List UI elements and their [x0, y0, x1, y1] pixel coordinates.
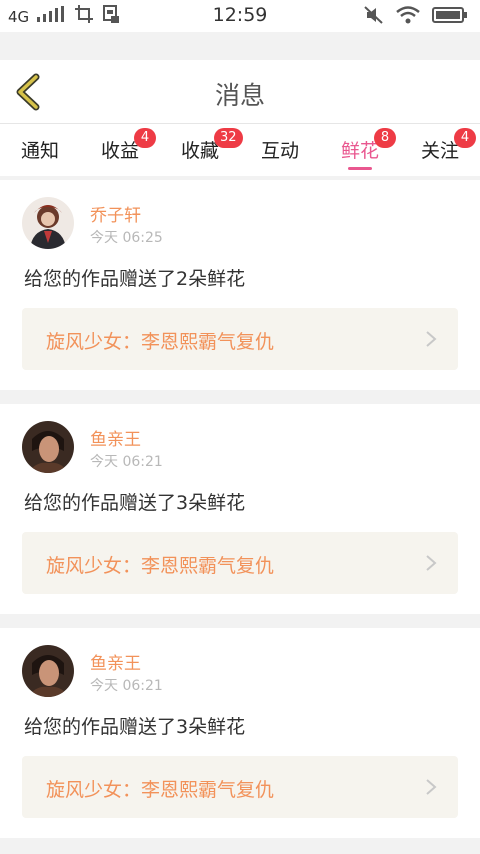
- avatar[interactable]: [22, 421, 74, 473]
- tab-follow[interactable]: 关注 4: [400, 128, 480, 174]
- message-card: 乔子轩 今天 06:25 给您的作品赠送了2朵鲜花 旋风少女：李恩熙霸气复仇: [0, 180, 480, 390]
- status-right: [364, 6, 468, 29]
- timestamp: 今天 06:21: [90, 454, 163, 470]
- tab-interaction[interactable]: 互动: [240, 134, 320, 174]
- tab-bar: 通知 收益 4 收藏 32 互动 鲜花 8 关注 4: [0, 124, 480, 176]
- unread-badge: 4: [454, 128, 476, 148]
- work-title: 旋风少女：李恩熙霸气复仇: [46, 555, 275, 577]
- status-gap: [0, 32, 480, 60]
- tab-label: 互动: [260, 140, 299, 162]
- status-bar: 4G 12:59: [0, 0, 480, 32]
- sender-name[interactable]: 鱼亲王: [90, 425, 141, 450]
- work-link[interactable]: 旋风少女：李恩熙霸气复仇: [22, 308, 458, 370]
- page-title: 消息: [214, 81, 265, 110]
- message-text: 给您的作品赠送了3朵鲜花: [24, 716, 246, 738]
- sender-name[interactable]: 乔子轩: [90, 201, 141, 226]
- battery-icon: [432, 7, 468, 28]
- unread-badge: 4: [134, 128, 156, 148]
- mute-icon: [364, 6, 384, 29]
- message-card: 鱼亲王 今天 06:21 给您的作品赠送了3朵鲜花 旋风少女：李恩熙霸气复仇: [0, 628, 480, 838]
- work-title: 旋风少女：李恩熙霸气复仇: [46, 779, 275, 801]
- message-text: 给您的作品赠送了3朵鲜花: [24, 492, 246, 514]
- tab-flowers[interactable]: 鲜花 8: [320, 128, 400, 174]
- avatar[interactable]: [22, 645, 74, 697]
- timestamp: 今天 06:25: [90, 230, 163, 246]
- header: 消息: [0, 60, 480, 124]
- wifi-icon: [396, 6, 420, 29]
- unread-badge: 32: [214, 128, 243, 148]
- work-title: 旋风少女：李恩熙霸气复仇: [46, 331, 275, 353]
- unread-badge: 8: [374, 128, 396, 148]
- sender-name[interactable]: 鱼亲王: [90, 649, 141, 674]
- avatar[interactable]: [22, 197, 74, 249]
- timestamp: 今天 06:21: [90, 678, 163, 694]
- work-link[interactable]: 旋风少女：李恩熙霸气复仇: [22, 532, 458, 594]
- tab-label: 通知: [20, 140, 59, 162]
- tab-income[interactable]: 收益 4: [80, 128, 160, 174]
- message-text: 给您的作品赠送了2朵鲜花: [24, 268, 246, 290]
- work-link[interactable]: 旋风少女：李恩熙霸气复仇: [22, 756, 458, 818]
- chevron-right-icon: [426, 779, 437, 795]
- active-tab-indicator: [348, 167, 372, 170]
- chevron-right-icon: [426, 331, 437, 347]
- message-card: 鱼亲王 今天 06:21 给您的作品赠送了3朵鲜花 旋风少女：李恩熙霸气复仇: [0, 404, 480, 614]
- chevron-right-icon: [426, 555, 437, 571]
- tab-notice[interactable]: 通知: [0, 134, 80, 174]
- tab-favorites[interactable]: 收藏 32: [160, 128, 243, 174]
